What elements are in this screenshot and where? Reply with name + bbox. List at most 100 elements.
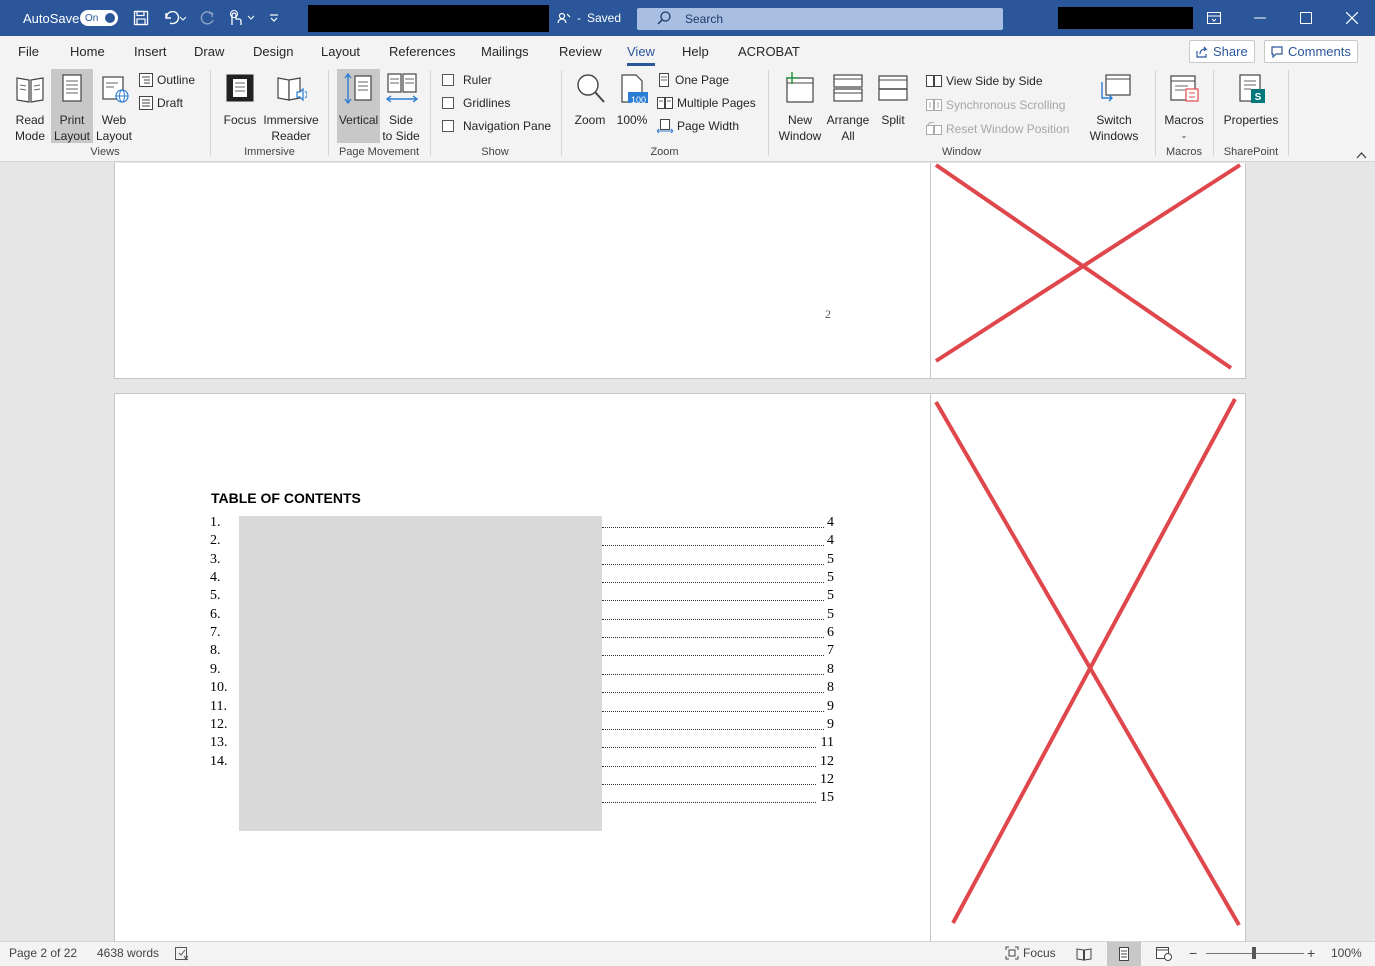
web-layout-view-button[interactable] bbox=[1147, 942, 1181, 966]
new-window-icon bbox=[784, 72, 816, 106]
group-separator bbox=[328, 70, 329, 156]
touch-mode-icon[interactable] bbox=[226, 0, 256, 36]
toc-entry-number: 4. bbox=[210, 570, 221, 586]
properties-icon: S bbox=[1235, 72, 1267, 106]
toc-entry-number: 2. bbox=[210, 533, 221, 549]
view-side-by-side-button[interactable]: View Side by Side bbox=[926, 72, 1043, 90]
ribbon-display-options-icon[interactable] bbox=[1191, 0, 1237, 36]
redaction-cross-icon bbox=[934, 398, 1241, 927]
properties-button[interactable]: S Properties bbox=[1222, 72, 1280, 140]
draft-button[interactable]: Draft bbox=[139, 94, 183, 112]
navigation-pane-checkbox[interactable]: Navigation Pane bbox=[442, 117, 551, 135]
group-window-label: Window bbox=[941, 146, 982, 158]
comments-button[interactable]: Comments bbox=[1264, 40, 1358, 63]
toc-page-number: 12 bbox=[820, 753, 834, 769]
tab-acrobat[interactable]: ACROBAT bbox=[738, 44, 800, 59]
toc-leader-dots bbox=[602, 765, 816, 767]
focus-mode-button[interactable]: Focus bbox=[1005, 946, 1056, 960]
gridlines-checkbox[interactable]: Gridlines bbox=[442, 94, 510, 112]
autosave-toggle[interactable]: On bbox=[80, 0, 118, 36]
side-to-side-label-1: Side bbox=[388, 113, 414, 127]
tab-draw[interactable]: Draw bbox=[194, 44, 224, 59]
customize-qat-icon[interactable] bbox=[268, 0, 280, 36]
word-count[interactable]: 4638 words bbox=[97, 946, 159, 960]
new-window-button[interactable]: New Window bbox=[776, 72, 824, 143]
print-layout-view-button[interactable] bbox=[1107, 942, 1141, 966]
proofing-icon[interactable] bbox=[175, 947, 189, 961]
reset-window-position-button[interactable]: Reset Window Position bbox=[926, 120, 1069, 138]
toc-leader-dots bbox=[602, 692, 824, 694]
focus-button[interactable]: Focus bbox=[220, 72, 260, 140]
collapse-ribbon-icon[interactable] bbox=[1356, 148, 1367, 162]
page-width-button[interactable]: Page Width bbox=[657, 117, 739, 135]
toc-leader-dots bbox=[602, 673, 824, 675]
vertical-icon bbox=[343, 72, 375, 106]
minimize-icon[interactable] bbox=[1237, 0, 1283, 36]
print-layout-button[interactable]: Print Layout bbox=[51, 69, 93, 143]
redo-icon[interactable] bbox=[200, 0, 216, 36]
sync-scroll-icon bbox=[926, 99, 942, 111]
zoom-in-button[interactable]: + bbox=[1307, 945, 1315, 961]
tab-review[interactable]: Review bbox=[559, 44, 602, 59]
tab-mailings[interactable]: Mailings bbox=[481, 44, 529, 59]
side-by-side-icon bbox=[926, 75, 942, 87]
side-to-side-button[interactable]: Side to Side bbox=[381, 72, 421, 143]
search-box[interactable]: Search bbox=[637, 8, 1003, 30]
undo-icon[interactable] bbox=[162, 0, 186, 36]
switch-windows-button[interactable]: Switch Windows bbox=[1082, 72, 1146, 143]
group-separator bbox=[1213, 70, 1214, 156]
zoom-100-button[interactable]: 100 100% bbox=[614, 72, 650, 140]
split-icon bbox=[877, 72, 909, 106]
focus-mode-label: Focus bbox=[1023, 946, 1056, 960]
zoom-button[interactable]: Zoom bbox=[570, 72, 610, 140]
tab-home[interactable]: Home bbox=[70, 44, 105, 59]
print-layout-label-2: Layout bbox=[53, 129, 91, 143]
arrange-all-label-2: All bbox=[841, 129, 855, 143]
macros-button[interactable]: Macros ⌄ bbox=[1161, 72, 1207, 140]
focus-label: Focus bbox=[223, 113, 257, 127]
immersive-reader-button[interactable]: Immersive Reader bbox=[262, 72, 320, 143]
tab-help[interactable]: Help bbox=[682, 44, 709, 59]
tab-insert[interactable]: Insert bbox=[134, 44, 167, 59]
comment-pane-upper bbox=[930, 163, 1245, 378]
synchronous-scrolling-button[interactable]: Synchronous Scrolling bbox=[926, 96, 1065, 114]
tab-design[interactable]: Design bbox=[253, 44, 293, 59]
toc-leader-dots bbox=[602, 582, 824, 584]
zoom-out-button[interactable]: − bbox=[1189, 945, 1197, 961]
split-button[interactable]: Split bbox=[873, 72, 913, 140]
zoom-slider-thumb[interactable] bbox=[1252, 947, 1256, 959]
share-button[interactable]: Share bbox=[1189, 40, 1255, 63]
toc-entry-number: 8. bbox=[210, 643, 221, 659]
share-icon bbox=[1196, 46, 1208, 58]
page-count[interactable]: Page 2 of 22 bbox=[9, 946, 77, 960]
ruler-checkbox[interactable]: Ruler bbox=[442, 71, 492, 89]
macros-label: Macros bbox=[1164, 113, 1204, 127]
reset-window-icon bbox=[926, 122, 942, 135]
group-separator bbox=[1155, 70, 1156, 156]
one-page-button[interactable]: One Page bbox=[657, 71, 729, 89]
maximize-icon[interactable] bbox=[1283, 0, 1329, 36]
outline-button[interactable]: Outline bbox=[139, 71, 195, 89]
toc-page-number: 9 bbox=[827, 716, 834, 732]
zoom-label: Zoom bbox=[574, 113, 606, 127]
tab-references[interactable]: References bbox=[389, 44, 455, 59]
vertical-button[interactable]: Vertical bbox=[337, 69, 380, 143]
zoom-level[interactable]: 100% bbox=[1331, 946, 1362, 960]
web-layout-button[interactable]: Web Layout bbox=[94, 72, 134, 143]
close-icon[interactable] bbox=[1329, 0, 1375, 36]
tab-file[interactable]: File bbox=[18, 44, 39, 59]
read-mode-view-button[interactable] bbox=[1067, 942, 1101, 966]
zoom-100-icon: 100 bbox=[616, 72, 648, 106]
multiple-pages-button[interactable]: Multiple Pages bbox=[657, 94, 756, 112]
read-mode-button[interactable]: Read Mode bbox=[9, 72, 51, 143]
group-separator bbox=[1288, 70, 1289, 156]
focus-mode-icon bbox=[1005, 946, 1019, 960]
web-layout-label-1: Web bbox=[101, 113, 127, 127]
toc-entry-number: 12. bbox=[210, 716, 228, 732]
one-page-label: One Page bbox=[675, 73, 730, 87]
save-icon[interactable] bbox=[133, 0, 149, 36]
tab-view[interactable]: View bbox=[627, 44, 655, 66]
tab-layout[interactable]: Layout bbox=[321, 44, 360, 59]
document-area[interactable]: 2 TABLE OF CONTENTS 1. 2. 3. 4. 5. 6. 7. 8. 9. 10… bbox=[0, 163, 1375, 941]
arrange-all-button[interactable]: Arrange All bbox=[825, 72, 871, 143]
